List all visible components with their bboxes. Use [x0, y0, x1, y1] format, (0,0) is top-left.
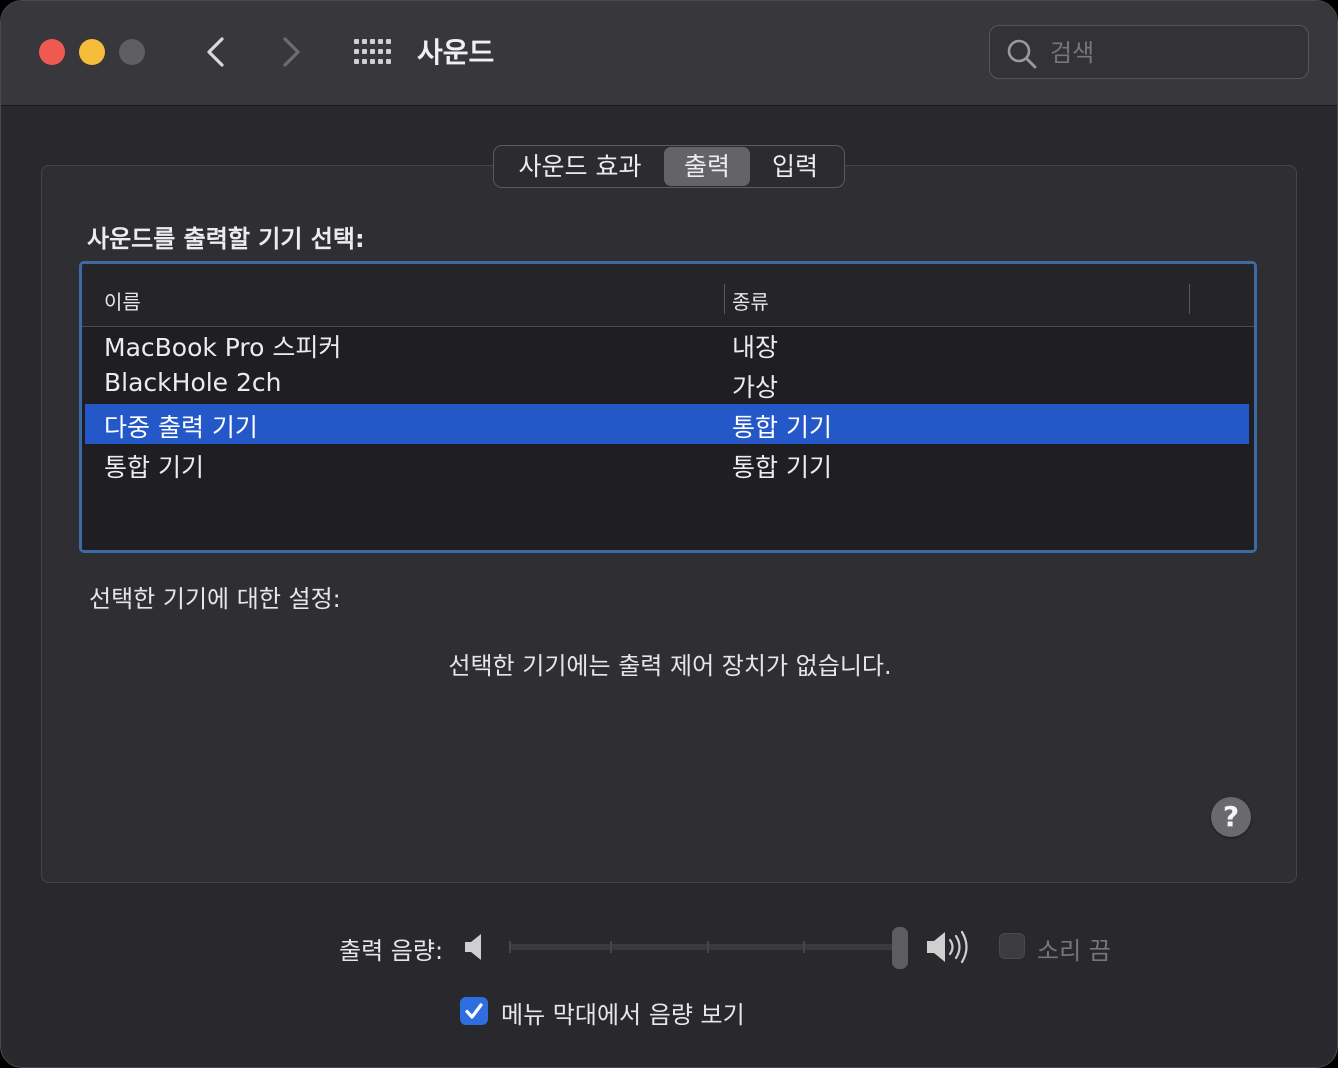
device-type: 내장 [732, 333, 779, 362]
device-type: 가상 [732, 373, 779, 402]
output-volume-label: 출력 음량: [339, 937, 444, 965]
column-divider [724, 284, 725, 314]
slider-tick [509, 941, 511, 953]
column-header-type[interactable]: 종류 [732, 286, 769, 315]
speaker-high-icon [927, 930, 968, 964]
close-button[interactable] [39, 39, 65, 65]
tab-output[interactable]: 출력 [664, 147, 750, 186]
chevron-right-icon [283, 37, 300, 67]
slider-tick [707, 941, 709, 953]
device-settings-label: 선택한 기기에 대한 설정: [89, 585, 341, 613]
zoom-button[interactable] [119, 39, 145, 65]
table-header: 이름 종류 [82, 264, 1254, 327]
table-row[interactable]: MacBook Pro 스피커 내장 [85, 324, 1249, 364]
column-header-name[interactable]: 이름 [104, 286, 141, 315]
mute-checkbox[interactable] [999, 933, 1025, 959]
table-row[interactable]: BlackHole 2ch 가상 [85, 364, 1249, 404]
search-field[interactable] [989, 25, 1309, 79]
device-select-label: 사운드를 출력할 기기 선택: [87, 225, 365, 253]
back-button[interactable] [197, 31, 237, 73]
volume-slider-thumb[interactable] [892, 927, 908, 969]
table-row-selected[interactable]: 다중 출력 기기 통합 기기 [85, 404, 1249, 444]
mute-label: 소리 끔 [1037, 937, 1111, 965]
search-icon [1007, 39, 1037, 69]
no-controls-message: 선택한 기기에는 출력 제어 장치가 없습니다. [448, 652, 892, 680]
chevron-left-icon [207, 37, 224, 67]
help-button[interactable]: ? [1211, 797, 1251, 837]
tab-bar: 사운드 효과 출력 입력 [493, 145, 845, 188]
table-row[interactable]: 통합 기기 통합 기기 [85, 444, 1249, 484]
show-all-button[interactable] [351, 35, 391, 69]
grid-icon [354, 39, 391, 64]
device-name: 통합 기기 [104, 453, 204, 482]
device-name: 다중 출력 기기 [104, 413, 258, 442]
volume-slider-track[interactable] [509, 944, 899, 950]
device-type: 통합 기기 [732, 453, 832, 482]
titlebar: 사운드 [1, 1, 1337, 106]
show-volume-in-menubar-checkbox[interactable] [460, 997, 488, 1025]
window-title: 사운드 [417, 36, 495, 69]
show-volume-in-menubar-label: 메뉴 막대에서 음량 보기 [501, 1001, 745, 1029]
search-input[interactable] [1048, 36, 1292, 70]
slider-tick [803, 941, 805, 953]
column-divider [1189, 284, 1190, 314]
tab-input[interactable]: 입력 [750, 147, 840, 186]
sound-preferences-window: 사운드 사운드 효과 출력 입력 사운드를 출력할 기기 선택: 이름 종류 M… [0, 0, 1338, 1068]
checkmark-icon [465, 1003, 483, 1019]
device-name: MacBook Pro 스피커 [104, 333, 342, 362]
device-type: 통합 기기 [732, 413, 832, 442]
slider-tick [610, 941, 612, 953]
output-device-table[interactable]: 이름 종류 MacBook Pro 스피커 내장 BlackHole 2ch 가… [79, 261, 1257, 553]
tab-sound-effects[interactable]: 사운드 효과 [496, 147, 664, 186]
device-name: BlackHole 2ch [104, 368, 282, 397]
speaker-low-icon [465, 934, 481, 960]
minimize-button[interactable] [79, 39, 105, 65]
forward-button[interactable] [271, 31, 311, 73]
